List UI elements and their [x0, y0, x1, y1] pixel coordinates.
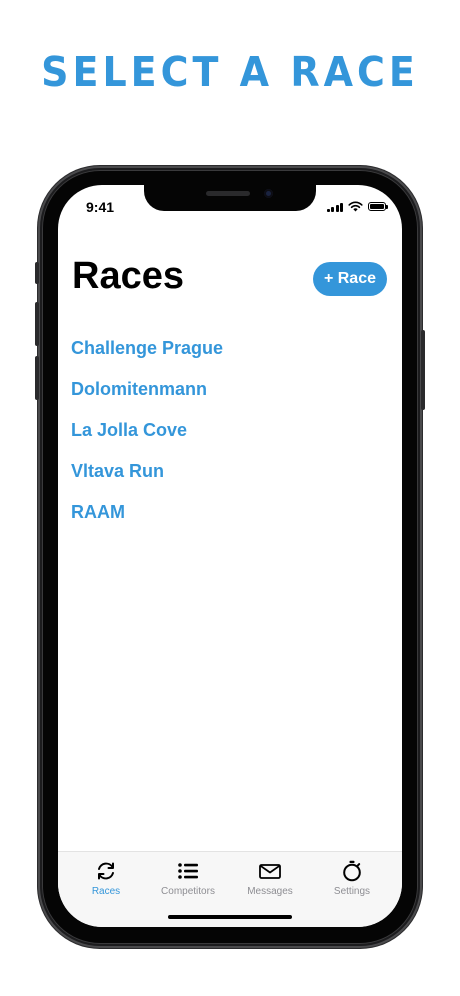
marketing-headline: SELECT A RACE [41, 48, 419, 96]
tab-label: Messages [247, 886, 293, 897]
page-title: Races [72, 255, 184, 297]
list-icon [178, 863, 198, 879]
race-list-item[interactable]: Challenge Prague [71, 337, 223, 378]
front-camera [264, 189, 273, 198]
home-indicator [168, 915, 292, 919]
tab-competitors[interactable]: Competitors [145, 860, 231, 897]
stopwatch-icon [343, 860, 361, 882]
silent-switch [35, 262, 39, 284]
envelope-icon [259, 864, 281, 879]
notch [144, 185, 316, 211]
tab-races[interactable]: Races [63, 860, 149, 897]
add-race-button[interactable]: + Race [312, 262, 387, 296]
status-time: 9:41 [86, 199, 115, 215]
race-list-item[interactable]: La Jolla Cove [71, 419, 223, 460]
tab-label: Settings [333, 886, 371, 897]
race-list-item[interactable]: RAAM [71, 501, 223, 542]
phone-screen: 9:41 Races + Race Challenge Prague Dolom… [58, 185, 402, 927]
race-list: Challenge Prague Dolomitenmann La Jolla … [71, 337, 223, 542]
battery-icon [368, 202, 388, 211]
speaker-grille [206, 191, 250, 196]
tab-label: Races [91, 886, 121, 897]
tab-label: Competitors [161, 886, 215, 897]
wifi-icon [348, 201, 363, 212]
tab-messages[interactable]: Messages [227, 860, 313, 897]
volume-up-button [35, 302, 39, 346]
status-icons [326, 201, 388, 212]
race-list-item[interactable]: Dolomitenmann [71, 378, 223, 419]
cellular-signal-icon [326, 202, 343, 212]
power-button [421, 330, 425, 410]
volume-down-button [35, 356, 39, 400]
tab-settings[interactable]: Settings [309, 860, 395, 897]
race-list-item[interactable]: Vltava Run [71, 460, 223, 501]
refresh-icon [98, 862, 114, 880]
